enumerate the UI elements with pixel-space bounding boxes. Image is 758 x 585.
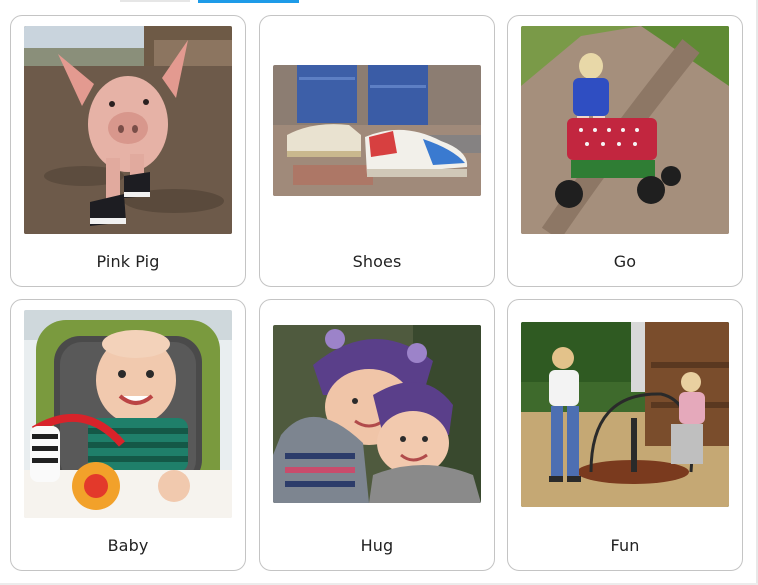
card-shoes[interactable]: Shoes <box>259 15 495 287</box>
card-fun[interactable]: Fun <box>507 299 743 571</box>
card-label: Shoes <box>352 252 402 271</box>
card-pink-pig[interactable]: Pink Pig <box>10 15 246 287</box>
card-image-area <box>11 300 245 528</box>
shoes-photo <box>273 64 481 196</box>
top-tab-bar <box>0 0 758 4</box>
card-image-area <box>508 16 742 244</box>
picture-card-grid-page: Pink Pig Shoes Go Baby Hug Fun <box>0 0 758 585</box>
tab-indicator-active[interactable] <box>198 0 299 3</box>
card-label: Go <box>613 252 637 271</box>
card-label: Fun <box>610 536 640 555</box>
card-image-area <box>260 300 494 528</box>
card-image-area <box>260 16 494 244</box>
tab-indicator-inactive[interactable] <box>120 0 190 2</box>
card-label: Baby <box>107 536 149 555</box>
baby-with-toy-photo <box>24 310 232 518</box>
card-image-area <box>11 16 245 244</box>
card-baby[interactable]: Baby <box>10 299 246 571</box>
child-pulling-wagon-photo <box>521 26 729 234</box>
pink-pig-photo <box>24 26 232 234</box>
children-playground-photo <box>521 321 729 507</box>
card-go[interactable]: Go <box>507 15 743 287</box>
card-hug[interactable]: Hug <box>259 299 495 571</box>
card-label: Pink Pig <box>96 252 160 271</box>
children-hugging-photo <box>273 325 481 503</box>
card-image-area <box>508 300 742 528</box>
card-label: Hug <box>360 536 394 555</box>
